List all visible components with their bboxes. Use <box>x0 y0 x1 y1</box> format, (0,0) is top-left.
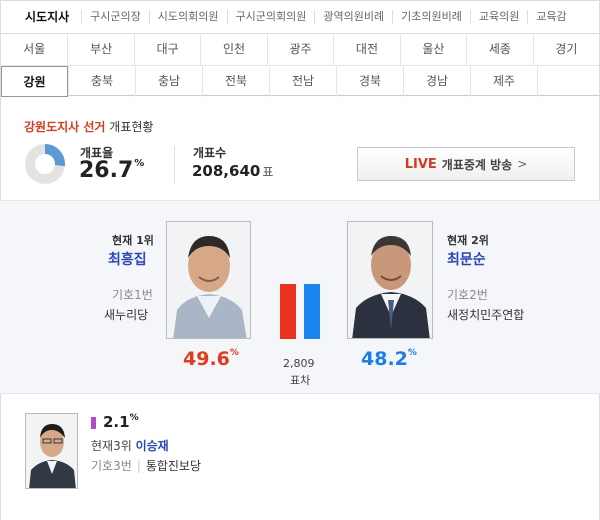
region-row: 강원 충북 충남 전북 전남 경북 경남 제주 <box>1 65 599 97</box>
candidate2-photo[interactable] <box>347 221 433 339</box>
candidate2-portrait-icon <box>348 222 432 338</box>
vote-count-label: 개표수 <box>193 146 227 160</box>
candidate3-party: 통합진보당 <box>145 459 202 473</box>
region-jeonbuk[interactable]: 전북 <box>202 66 269 97</box>
tab-education-council[interactable]: 교육의원 <box>469 10 527 24</box>
region-gwangju[interactable]: 광주 <box>266 34 333 65</box>
candidate3-pct-sign: % <box>129 413 139 423</box>
election-name: 강원도지사 선거 <box>24 120 106 134</box>
region-chungbuk[interactable]: 충북 <box>68 66 135 97</box>
tab-local-council[interactable]: 구시군의회의원 <box>226 10 315 24</box>
candidate2-pct-number: 48.2 <box>361 348 408 370</box>
live-button-label: 개표중계 방송 <box>441 157 513 172</box>
candidate2-name[interactable]: 최문순 <box>447 249 486 269</box>
candidate2-rank: 현재 2위 <box>447 234 489 247</box>
region-gyeongbuk[interactable]: 경북 <box>336 66 403 97</box>
candidate1-name[interactable]: 최흥집 <box>108 249 147 269</box>
vote-count-unit: 표 <box>262 165 274 179</box>
candidate1-pct-number: 49.6 <box>183 348 230 370</box>
count-rate-donut-icon <box>25 144 65 184</box>
candidate1-vote-bar <box>280 284 296 339</box>
candidate1-photo[interactable] <box>166 221 251 339</box>
candidate2-number: 기호2번 <box>447 288 488 302</box>
count-rate-value: 26.7% <box>79 158 144 183</box>
candidate1-number: 기호1번 <box>112 288 153 302</box>
count-rate-pct-sign: % <box>134 158 145 169</box>
candidate2-vote-bar <box>304 284 320 339</box>
live-broadcast-button[interactable]: LIVE 개표중계 방송 > <box>357 147 575 181</box>
candidate2-party: 새정치민주연합 <box>447 308 525 322</box>
candidate3-photo[interactable] <box>25 413 78 489</box>
chevron-right-icon: > <box>517 157 528 171</box>
region-jeju[interactable]: 제주 <box>470 66 537 97</box>
region-row: 서울 부산 대구 인천 광주 대전 울산 세종 경기 <box>1 34 599 65</box>
candidate1-portrait-icon <box>167 222 250 338</box>
live-badge: LIVE <box>404 156 437 172</box>
region-chungnam[interactable]: 충남 <box>135 66 202 97</box>
vote-gap-label: 표차 <box>290 374 311 387</box>
candidate3-rank-line: 현재3위 이승재 <box>91 437 169 454</box>
candidate2-percentage: 48.2% <box>361 348 417 370</box>
vote-count-value: 208,640 표 <box>192 162 273 180</box>
page-title: 강원도지사 선거 개표현황 <box>24 118 153 135</box>
election-type-tabs: 시도지사 구시군의장 시도의회의원 구시군의회의원 광역의원비례 기초의원비례 … <box>0 0 600 34</box>
candidate1-percentage: 49.6% <box>183 348 239 370</box>
tab-governor[interactable]: 시도지사 <box>1 10 81 24</box>
candidate3-rank: 현재3위 <box>91 439 132 453</box>
candidate3-pct-number: 2.1 <box>103 413 130 431</box>
tab-mayor[interactable]: 구시군의장 <box>81 10 149 24</box>
candidate3-color-marker <box>91 417 96 429</box>
region-empty-cell <box>537 66 599 97</box>
candidate3-info-line: 기호3번 | 통합진보당 <box>91 457 201 474</box>
count-rate-number: 26.7 <box>79 158 134 183</box>
region-gangwon[interactable]: 강원 <box>1 66 68 97</box>
region-ulsan[interactable]: 울산 <box>399 34 466 65</box>
region-daejeon[interactable]: 대전 <box>333 34 399 65</box>
region-sejong[interactable]: 세종 <box>466 34 532 65</box>
candidate1-pct-sign: % <box>229 348 239 358</box>
region-busan[interactable]: 부산 <box>67 34 133 65</box>
region-selector: 서울 부산 대구 인천 광주 대전 울산 세종 경기 강원 충북 충남 전북 전… <box>0 34 600 97</box>
tab-provincial-council[interactable]: 시도의회의원 <box>148 10 227 24</box>
region-gyeongnam[interactable]: 경남 <box>403 66 470 97</box>
region-seoul[interactable]: 서울 <box>1 34 67 65</box>
tab-local-proportional[interactable]: 기초의원비례 <box>392 10 470 24</box>
candidate1-rank: 현재 1위 <box>112 234 154 247</box>
region-incheon[interactable]: 인천 <box>200 34 266 65</box>
separator: | <box>136 459 141 473</box>
candidate3-number: 기호3번 <box>91 459 132 473</box>
region-gyeonggi[interactable]: 경기 <box>532 34 599 65</box>
vote-gap-value: 2,809 <box>283 357 315 370</box>
candidate3-percentage: 2.1% <box>103 413 139 431</box>
tab-superintendent[interactable]: 교육감 <box>527 10 574 24</box>
title-suffix: 개표현황 <box>109 120 154 134</box>
candidate2-pct-sign: % <box>407 348 417 358</box>
region-jeonnam[interactable]: 전남 <box>269 66 336 97</box>
candidate1-party: 새누리당 <box>104 308 149 322</box>
divider <box>174 146 175 184</box>
candidate3-name[interactable]: 이승재 <box>136 439 169 453</box>
tab-provincial-proportional[interactable]: 광역의원비례 <box>314 10 392 24</box>
vote-count-number: 208,640 <box>192 162 261 180</box>
region-daegu[interactable]: 대구 <box>133 34 200 65</box>
candidate3-portrait-icon <box>26 414 77 488</box>
